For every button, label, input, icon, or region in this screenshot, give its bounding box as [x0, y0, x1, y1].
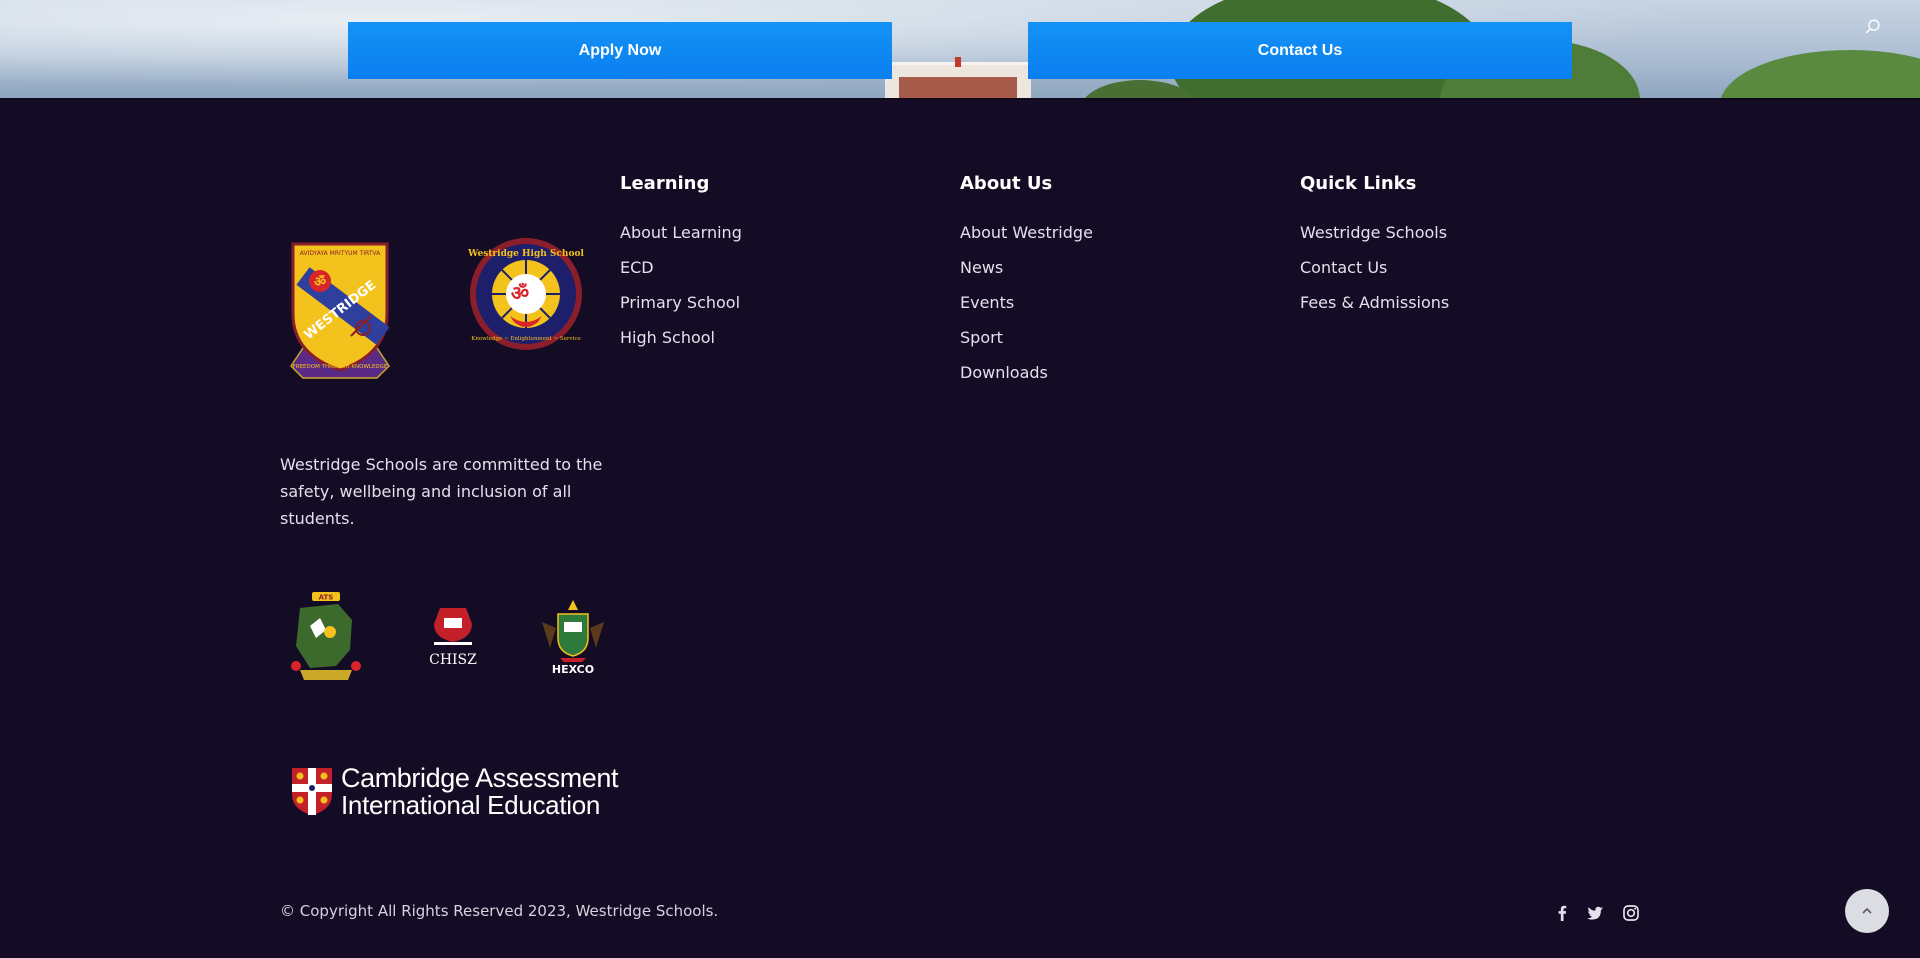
footer-link-contact-us[interactable]: Contact Us	[1300, 258, 1387, 277]
footer-link-about-westridge[interactable]: About Westridge	[960, 223, 1093, 242]
footer-heading-learning: Learning	[620, 173, 710, 194]
svg-text:ATS: ATS	[319, 594, 334, 602]
apply-now-button[interactable]: Apply Now	[348, 22, 892, 79]
footer-link-fees-admissions[interactable]: Fees & Admissions	[1300, 293, 1449, 312]
footer-heading-quick-links: Quick Links	[1300, 173, 1417, 194]
svg-text:ॐ: ॐ	[314, 274, 326, 290]
footer-blurb: Westridge Schools are committed to the s…	[280, 455, 603, 528]
copyright-text: © Copyright All Rights Reserved 2023, We…	[280, 902, 719, 920]
footer-link-high-school[interactable]: High School	[620, 328, 715, 347]
search-icon[interactable]	[1864, 18, 1882, 36]
high-school-seal-logo: ॐ Westridge High School Knowledge ~ Enli…	[468, 238, 584, 350]
footer-link-events[interactable]: Events	[960, 293, 1014, 312]
svg-text:FREEDOM THROUGH KNOWLEDGE: FREEDOM THROUGH KNOWLEDGE	[293, 364, 388, 370]
hexco-logo: HEXCO	[542, 600, 604, 676]
hero-building	[885, 57, 1031, 98]
footer-link-sport[interactable]: Sport	[960, 328, 1003, 347]
svg-text:CHISZ: CHISZ	[429, 652, 477, 668]
seal-motto: Knowledge ~ Enlightenment ~ Service	[471, 336, 580, 342]
footer-link-news[interactable]: News	[960, 258, 1003, 277]
contact-us-button[interactable]: Contact Us	[1028, 22, 1572, 79]
cambridge-shield-logo	[292, 768, 332, 815]
facebook-icon[interactable]	[1552, 903, 1572, 923]
svg-text:HEXCO: HEXCO	[552, 663, 594, 676]
footer-link-about-learning[interactable]: About Learning	[620, 223, 742, 242]
footer-link-primary-school[interactable]: Primary School	[620, 293, 740, 312]
footer-link-westridge-schools[interactable]: Westridge Schools	[1300, 223, 1447, 242]
twitter-icon[interactable]	[1585, 903, 1605, 923]
chevron-up-icon	[1862, 907, 1872, 914]
footer-link-ecd[interactable]: ECD	[620, 258, 654, 277]
seal-name: Westridge High School	[468, 249, 584, 259]
svg-text:ॐ: ॐ	[511, 281, 529, 305]
hero-banner: Apply Now Contact Us	[0, 0, 1920, 98]
cambridge-line2: International Education	[341, 790, 601, 820]
back-to-top-button[interactable]	[1845, 889, 1889, 933]
instagram-icon[interactable]	[1621, 903, 1641, 923]
footer-heading-about-us: About Us	[960, 173, 1053, 194]
chisz-logo: CHISZ	[429, 608, 477, 668]
svg-text:AVIDYAYA MRITYUM TIRTVA: AVIDYAYA MRITYUM TIRTVA	[300, 250, 381, 257]
footer-link-downloads[interactable]: Downloads	[960, 363, 1048, 382]
westridge-crest-logo: ॐ WESTRIDGE AVIDYAYA MRITYUM TIRTVA FREE…	[290, 242, 390, 379]
ats-logo: ATS	[291, 592, 361, 680]
